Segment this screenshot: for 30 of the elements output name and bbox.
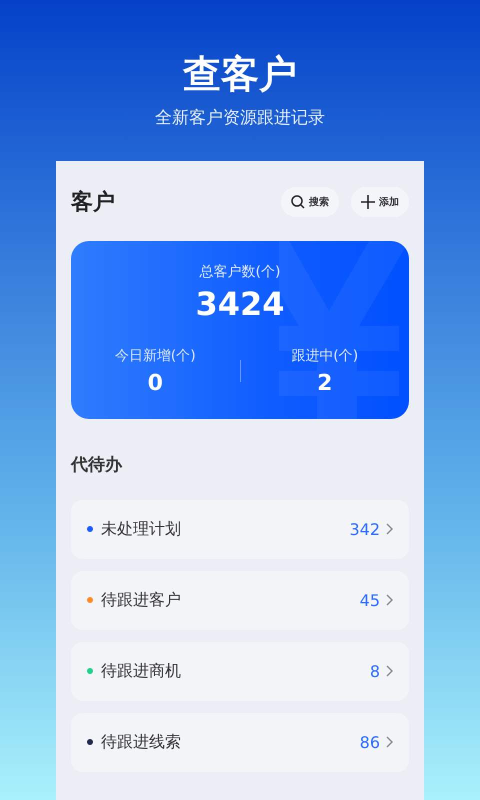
todo-item[interactable]: 待跟进线索 86 — [71, 712, 409, 772]
chevron-icon — [386, 523, 393, 536]
stat-value: 2 — [317, 370, 332, 396]
todo-item[interactable]: 待跟进商机 8 — [71, 642, 409, 701]
page-title: 查客户 — [183, 52, 297, 98]
search-button[interactable]: 搜索 — [281, 186, 339, 217]
todo-label: 待跟进商机 — [101, 660, 182, 682]
todo-count: 342 — [349, 520, 380, 539]
stat-value: 0 — [148, 370, 163, 396]
section-title: 代待办 — [71, 454, 124, 476]
panel-title: 客户 — [71, 188, 115, 217]
search-icon — [291, 194, 305, 209]
plus-icon — [361, 194, 375, 209]
todo-label: 待跟进线索 — [101, 732, 182, 753]
stat-label: 今日新增(个) — [114, 346, 196, 365]
chevron-icon — [386, 594, 393, 606]
page-subtitle: 全新客户资源跟进记录 — [155, 106, 325, 129]
todo-count: 45 — [360, 590, 380, 610]
add-button[interactable]: 添加 — [351, 186, 409, 217]
stat-label: 跟进中(个) — [291, 346, 358, 365]
todo-item[interactable]: 待跟进客户 45 — [71, 570, 409, 630]
todo-label: 待跟进客户 — [101, 590, 182, 611]
todo-item[interactable]: 未处理计划 342 — [71, 500, 409, 559]
total-label: 总客户数(个) — [200, 262, 280, 281]
total-value: 3424 — [195, 284, 285, 323]
todo-count: 8 — [370, 662, 380, 681]
todo-label: 未处理计划 — [101, 518, 182, 540]
chevron-icon — [386, 665, 393, 678]
chevron-icon — [386, 736, 393, 748]
todo-count: 86 — [360, 732, 380, 752]
